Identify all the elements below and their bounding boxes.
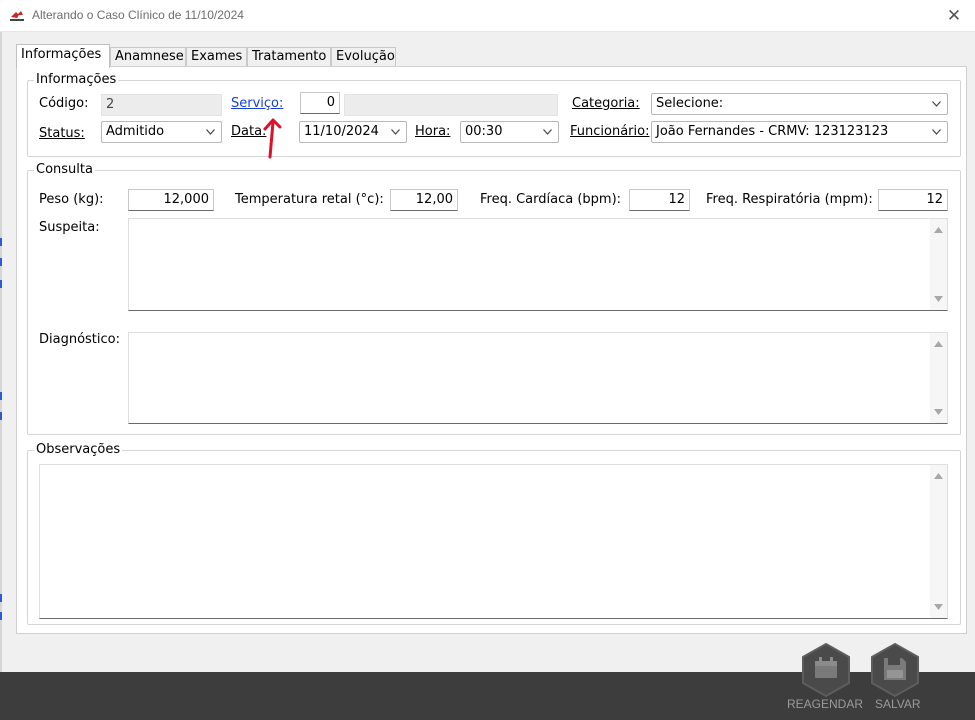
chevron-down-icon [391, 129, 400, 135]
diagnostico-scrollbar[interactable] [930, 333, 947, 423]
freq-cardiaca-label: Freq. Cardíaca (bpm): [480, 192, 622, 207]
categoria-value: Selecione: [656, 96, 724, 111]
suspeita-scrollbar[interactable] [930, 219, 947, 310]
servico-code-input[interactable]: 0 [300, 92, 340, 114]
peso-input[interactable]: 12,000 [128, 189, 214, 211]
servico-description-field [344, 94, 558, 116]
freq-respiratoria-label: Freq. Respiratória (mpm): [706, 192, 873, 207]
scroll-up-icon[interactable] [934, 473, 943, 479]
app-logo-icon [10, 11, 24, 21]
chevron-down-icon [206, 129, 215, 135]
background-window-marks [0, 32, 2, 672]
status-value: Admitido [106, 124, 165, 139]
funcionario-select[interactable]: João Fernandes - CRMV: 123123123 [651, 121, 948, 143]
status-label: Status: [39, 126, 85, 141]
suspeita-textarea[interactable] [128, 218, 948, 311]
funcionario-value: João Fernandes - CRMV: 123123123 [656, 124, 889, 139]
annotation-arrow-icon [263, 118, 282, 159]
observacoes-textarea[interactable] [39, 464, 948, 619]
observacoes-scrollbar[interactable] [930, 465, 947, 618]
salvar-label: SALVAR [875, 697, 921, 711]
funcionario-label: Funcionário: [570, 124, 650, 139]
title-bar: Alterando o Caso Clínico de 11/10/2024 ✕ [0, 0, 975, 32]
codigo-field: 2 [101, 94, 222, 116]
tab-tratamento[interactable]: Tratamento [247, 47, 331, 67]
tab-exames[interactable]: Exames [186, 47, 247, 67]
categoria-select[interactable]: Selecione: [651, 93, 948, 115]
scroll-up-icon[interactable] [934, 227, 943, 233]
categoria-label: Categoria: [572, 96, 640, 111]
status-select[interactable]: Admitido [101, 121, 222, 143]
data-date-picker[interactable]: 11/10/2024 [299, 121, 407, 143]
tab-informacoes[interactable]: Informações [16, 44, 110, 68]
tab-anamnese[interactable]: Anamnese [110, 47, 186, 67]
scroll-down-icon[interactable] [934, 409, 943, 415]
temperatura-input[interactable]: 12,00 [390, 189, 458, 211]
hora-label: Hora: [415, 124, 451, 139]
diagnostico-label: Diagnóstico: [39, 332, 120, 347]
freq-cardiaca-input[interactable]: 12 [629, 189, 690, 211]
close-button[interactable]: ✕ [941, 4, 967, 28]
suspeita-label: Suspeita: [39, 220, 100, 235]
diagnostico-textarea[interactable] [128, 332, 948, 424]
codigo-label: Código: [39, 96, 89, 111]
observacoes-legend: Observações [36, 442, 121, 457]
data-value: 11/10/2024 [304, 124, 379, 139]
freq-respiratoria-input[interactable]: 12 [878, 189, 948, 211]
tab-panel-informacoes: Informações Código: 2 Serviço: 0 Categor… [16, 66, 967, 634]
hora-value: 00:30 [465, 124, 503, 139]
chevron-down-icon [932, 129, 941, 135]
window-title: Alterando o Caso Clínico de 11/10/2024 [32, 8, 244, 22]
close-icon: ✕ [946, 6, 962, 26]
scroll-up-icon[interactable] [934, 341, 943, 347]
scroll-down-icon[interactable] [934, 296, 943, 302]
scroll-down-icon[interactable] [934, 604, 943, 610]
temperatura-label: Temperatura retal (°c): [235, 192, 384, 207]
servico-link[interactable]: Serviço: [231, 94, 283, 114]
calendar-icon [802, 642, 850, 698]
tab-evolucao[interactable]: Evolução [331, 47, 396, 67]
floppy-disk-icon [871, 642, 919, 698]
peso-label: Peso (kg): [39, 192, 104, 207]
reagendar-button[interactable] [798, 642, 854, 702]
chevron-down-icon [543, 129, 552, 135]
consulta-legend: Consulta [36, 162, 93, 177]
salvar-button[interactable] [867, 642, 923, 702]
chevron-down-icon [932, 101, 941, 107]
reagendar-label: REAGENDAR [787, 697, 864, 711]
hora-time-picker[interactable]: 00:30 [460, 121, 559, 143]
informacoes-legend: Informações [36, 72, 117, 87]
